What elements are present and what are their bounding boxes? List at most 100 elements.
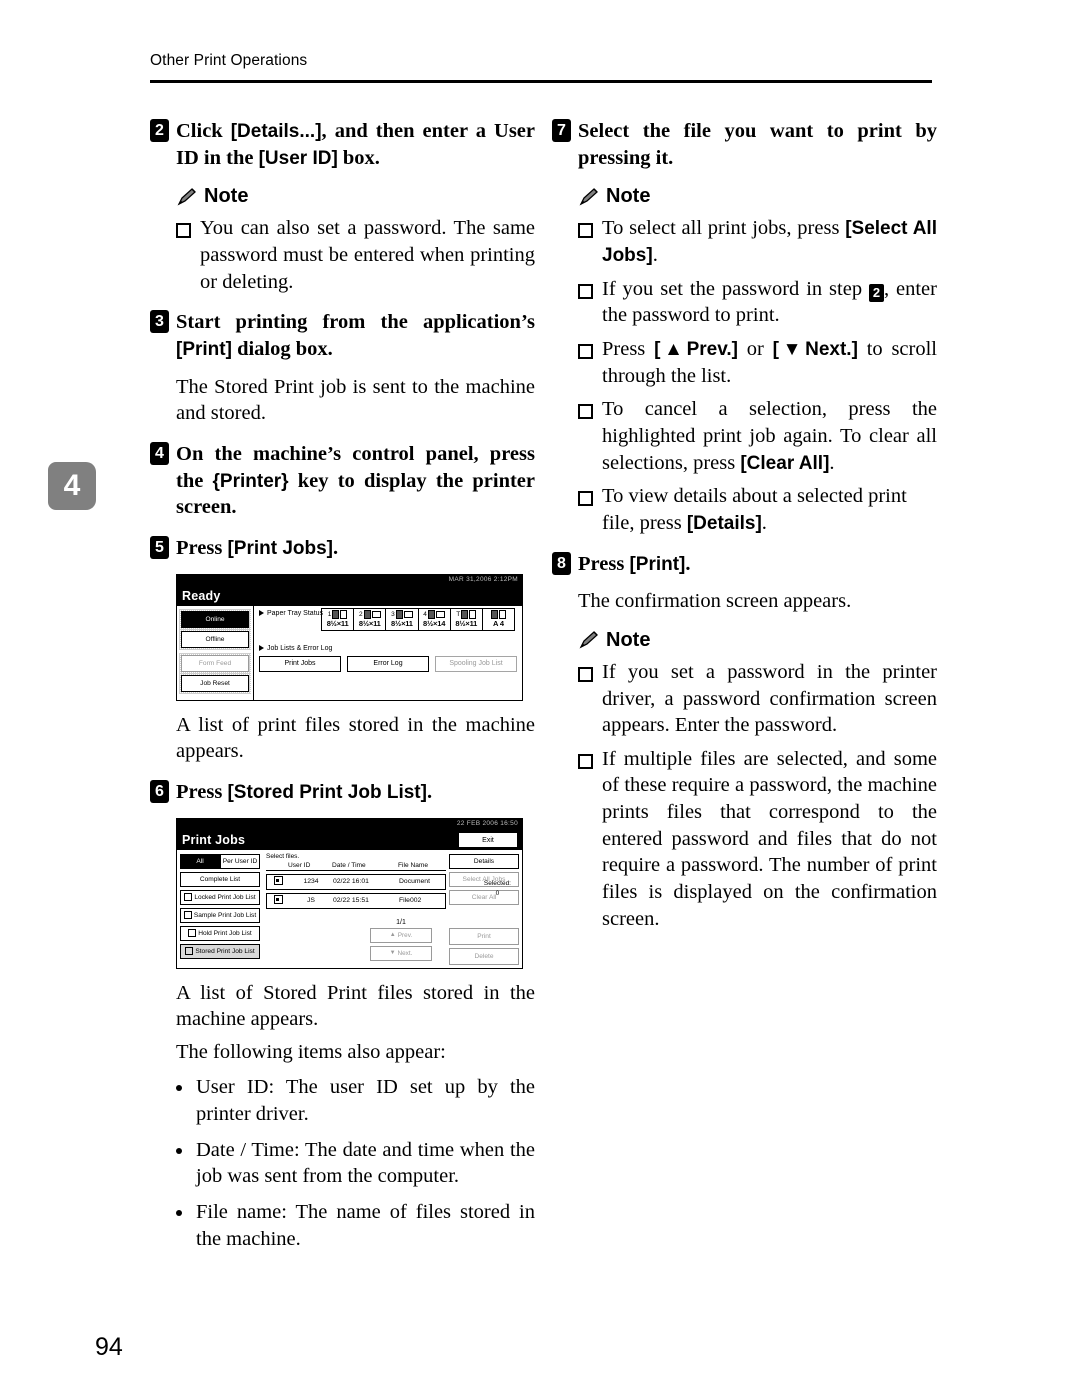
pj-selected-label: Selected: [483, 879, 511, 887]
note-label: Note [606, 628, 651, 651]
step-4-t1: {Printer} [212, 470, 289, 492]
paper-icon [427, 609, 435, 619]
step-2: 2 Click [Details...], and then enter a U… [150, 118, 535, 171]
pj-button-all[interactable]: All [180, 853, 220, 869]
pj-button-next[interactable]: ▼ Next. [370, 945, 432, 961]
paper-icon [332, 609, 340, 619]
step-3-t0: Start printing from the application’s [176, 311, 535, 334]
ready-main: Paper Tray Status 1 8½×11 2 8½×11 3 8½×1… [254, 606, 522, 700]
pj-button-hold-print-job-list[interactable]: Hold Print Job List [180, 925, 260, 941]
n7-3c: . [829, 451, 835, 474]
paper-icon [403, 610, 413, 618]
paper-icon [371, 610, 381, 618]
pj-row-user-id: 1234 [303, 878, 319, 886]
step-6-body-2: The following items also appear: [176, 1040, 446, 1063]
pencil-icon [176, 187, 198, 207]
tray-cell[interactable]: A 4 [483, 609, 514, 630]
pencil-icon [578, 187, 600, 207]
figure-ready-screen: MAR 31,2006 2:12PM Ready Online Offline … [176, 573, 523, 701]
pj-button-details[interactable]: Details [449, 853, 519, 869]
ready-button-form-feed[interactable]: Form Feed [181, 654, 249, 672]
step-3-heading: Start printing from the application’s [P… [176, 309, 535, 362]
step-8-t2: . [685, 552, 691, 575]
pj-next-label: Next. [397, 949, 413, 957]
pj-row-user-id: JS [307, 897, 315, 905]
page-number: 94 [95, 1333, 123, 1361]
pj-row-icon [267, 895, 289, 906]
paper-icon [363, 609, 371, 619]
ready-datetime: MAR 31,2006 2:12PM [448, 575, 518, 583]
note-square-icon [578, 753, 593, 769]
pj-button-sample-print-job-list[interactable]: Sample Print Job List [180, 907, 260, 923]
note-item: To cancel a selection, press the highlig… [578, 396, 937, 476]
bullet-text: Date / Time: The date and time when the … [196, 1138, 535, 1188]
step-2-t1: [Details...] [230, 121, 322, 142]
pj-row-file-name: Document [399, 878, 430, 886]
ready-statusline: MAR 31,2006 2:12PM [177, 574, 522, 586]
pj-button-stored-print-job-list[interactable]: Stored Print Job List [180, 943, 260, 959]
tray-size: 8½×11 [455, 618, 478, 628]
note-text: To select all print jobs, press [Select … [602, 215, 937, 268]
ready-button-print-jobs[interactable]: Print Jobs [259, 655, 341, 672]
tray-cell[interactable]: T 8½×11 [451, 608, 483, 630]
tray-cell[interactable]: 1 8½×11 [322, 608, 355, 630]
n7-3b: [Clear All] [740, 452, 830, 474]
pj-action-sidebar: Details Select All Jobs Clear All Print … [449, 850, 522, 968]
stored-job-icon [273, 895, 283, 905]
pj-select-files-label: Select files. [266, 852, 300, 860]
pj-button-delete[interactable]: Delete [449, 947, 519, 965]
pj-table: User ID Date / Time File Name 1234 02/22… [266, 862, 446, 909]
triangle-icon [259, 610, 264, 617]
tray-cell[interactable]: 3 8½×11 [386, 608, 419, 630]
pj-button-per-user-id[interactable]: Per User ID [220, 853, 260, 869]
step-5: 5 Press [Print Jobs]. [150, 535, 535, 562]
pj-button-exit[interactable]: Exit [458, 832, 518, 849]
pj-statusline: 22 FEB 2006 16:50 [177, 818, 522, 830]
pj-spacer [449, 908, 519, 928]
note-heading: Note [578, 185, 937, 208]
pj-title: Print Jobs [182, 832, 246, 847]
ready-button-job-reset[interactable]: Job Reset [181, 674, 249, 692]
ready-bottom-buttons: Print Jobs Error Log Spooling Job List [259, 655, 517, 672]
step-5-t1: [Print Jobs] [227, 537, 333, 559]
job-lists-text: Job Lists & Error Log [267, 644, 333, 652]
note-text: If you set a password in the printer dri… [602, 660, 937, 737]
pj-table-row[interactable]: JS 02/22 15:51 File002 [266, 892, 446, 909]
step-3-body: The Stored Print job is sent to the mach… [176, 375, 535, 425]
step-6-heading: Press [Stored Print Job List]. [176, 779, 535, 806]
step-5-number: 5 [150, 535, 169, 559]
step-4-heading: On the machine’s control panel, press th… [176, 441, 535, 521]
note-item: If you set the password in step 2, enter… [578, 276, 937, 329]
pj-button-print[interactable]: Print [449, 927, 519, 945]
list-item: User ID: The user ID set up by the print… [176, 1074, 535, 1127]
ready-button-online[interactable]: Online [181, 610, 249, 628]
pj-button-complete-list[interactable]: Complete List [180, 871, 260, 887]
pj-filter-row: All Per User ID [180, 853, 260, 869]
step-5-t0: Press [176, 536, 228, 559]
pj-button-prev[interactable]: ▲ Prev. [370, 927, 432, 943]
tray-cell[interactable]: 2 8½×11 [354, 608, 387, 630]
note-square-icon [578, 343, 593, 359]
note-text: If multiple files are selected, and some… [602, 747, 937, 930]
right-column: 7 Select the file you want to print by p… [552, 118, 937, 932]
note-square-icon [578, 404, 593, 420]
ready-button-offline[interactable]: Offline [181, 630, 249, 648]
ready-feed-group: Form Feed Job Reset [179, 653, 251, 694]
pj-button-locked-print-job-list[interactable]: Locked Print Job List [180, 889, 260, 905]
step-3: 3 Start printing from the application’s … [150, 309, 535, 362]
pj-selected-counter: Selected: 0 [484, 880, 511, 897]
tray-id: 4 [423, 610, 427, 618]
paper-icon [490, 609, 498, 619]
step-2-t0: Click [176, 120, 231, 142]
ready-button-error-log[interactable]: Error Log [347, 655, 429, 672]
note-item: Press [▲Prev.] or [▼Next.] to scroll thr… [578, 336, 937, 389]
up-arrow-icon: ▲ [389, 932, 396, 939]
tray-size: 8½×11 [391, 618, 413, 628]
tray-cell[interactable]: 4 8½×14 [419, 608, 451, 630]
ready-button-spooling-job-list[interactable]: Spooling Job List [435, 655, 517, 672]
pj-table-row[interactable]: 1234 02/22 16:01 Document [266, 873, 446, 890]
step-4-number: 4 [150, 441, 169, 465]
step-7-heading: Select the file you want to print by pre… [578, 120, 937, 169]
bullet-icon [176, 1085, 182, 1092]
ready-title: Ready [182, 588, 221, 603]
